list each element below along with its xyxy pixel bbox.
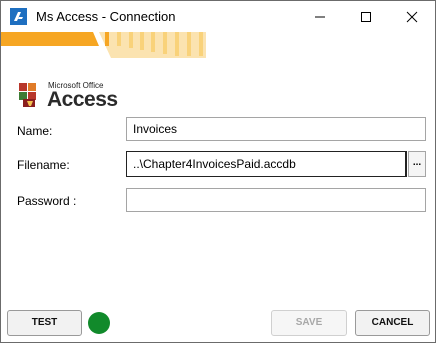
connection-status-indicator: [88, 312, 110, 334]
access-logo: Microsoft Office Access: [17, 77, 118, 111]
password-label: Password :: [17, 194, 77, 208]
browse-button[interactable]: ...: [408, 151, 426, 177]
close-button[interactable]: [389, 1, 435, 32]
maximize-icon: [361, 12, 371, 22]
logo-access-text: Access: [47, 88, 118, 111]
name-input[interactable]: Invoices: [126, 117, 426, 141]
app-icon: [10, 8, 27, 25]
maximize-button[interactable]: [343, 1, 389, 32]
filename-label: Filename:: [17, 158, 70, 172]
test-button[interactable]: TEST: [7, 310, 82, 336]
decorative-banner: [1, 32, 435, 58]
close-icon: [406, 11, 418, 23]
minimize-button[interactable]: [297, 1, 343, 32]
connection-dialog: Ms Access - Connection Microsoft Office …: [0, 0, 436, 343]
save-button[interactable]: SAVE: [271, 310, 347, 336]
access-key-icon: [19, 83, 36, 107]
minimize-icon: [315, 16, 325, 18]
cancel-button[interactable]: CANCEL: [355, 310, 430, 336]
title-bar[interactable]: Ms Access - Connection: [1, 1, 435, 32]
password-input[interactable]: [126, 188, 426, 212]
name-label: Name:: [17, 124, 53, 138]
window-title: Ms Access - Connection: [36, 9, 176, 24]
filename-input[interactable]: ..\Chapter4InvoicesPaid.accdb: [126, 151, 407, 177]
